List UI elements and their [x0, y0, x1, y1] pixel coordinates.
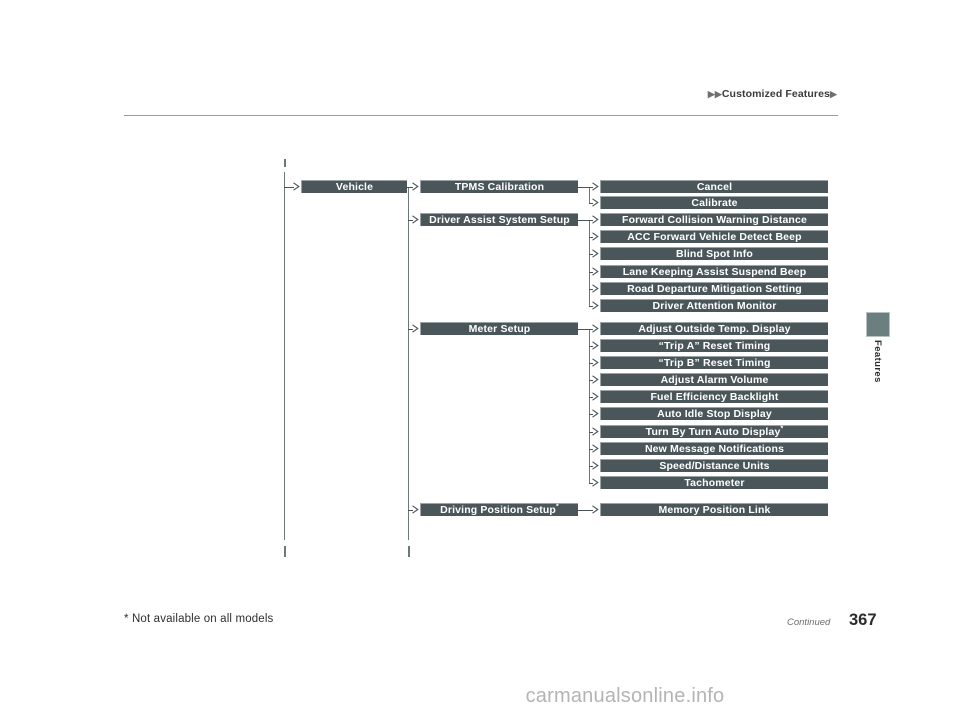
node-label: Driving Position Setup — [440, 504, 556, 516]
menu-node-level3[interactable]: “Trip A” Reset Timing — [600, 339, 828, 352]
menu-node-level3[interactable]: Memory Position Link — [600, 503, 828, 516]
menu-node-level3[interactable]: Road Departure Mitigation Setting — [600, 282, 828, 295]
menu-node-level3[interactable]: Auto Idle Stop Display — [600, 407, 828, 420]
connector-line — [578, 219, 589, 221]
menu-node-level3[interactable]: Tachometer — [600, 476, 828, 489]
watermark-text: carmanualsonline.info — [525, 685, 725, 707]
node-label: Road Departure Mitigation Setting — [627, 283, 802, 295]
menu-node-level3[interactable]: Adjust Outside Temp. Display — [600, 322, 828, 335]
connector-line — [578, 509, 589, 511]
menu-node-level3[interactable]: Calibrate — [600, 196, 828, 209]
arrow-icon — [592, 358, 599, 367]
arrow-icon — [592, 444, 599, 453]
arrow-icon — [592, 505, 599, 514]
menu-node-level2[interactable]: Meter Setup — [420, 322, 578, 335]
menu-node-level3[interactable]: Cancel — [600, 180, 828, 193]
arrow-icon — [592, 215, 599, 224]
node-label: Adjust Alarm Volume — [660, 374, 769, 386]
node-label: Driver Assist System Setup — [429, 214, 570, 226]
menu-node-level3[interactable]: Forward Collision Warning Distance — [600, 213, 828, 226]
node-label: Forward Collision Warning Distance — [622, 214, 807, 226]
menu-node-level2[interactable]: TPMS Calibration — [420, 180, 578, 193]
menu-node-level2[interactable]: Driver Assist System Setup — [420, 213, 578, 226]
node-label: Tachometer — [684, 477, 745, 489]
arrow-icon — [592, 182, 599, 191]
footnote-asterisk: * — [556, 503, 559, 511]
menu-node-level3[interactable]: Fuel Efficiency Backlight — [600, 390, 828, 403]
menu-node-level1[interactable]: Vehicle — [301, 180, 407, 193]
continuation-tick — [408, 546, 410, 557]
node-label: ACC Forward Vehicle Detect Beep — [627, 231, 802, 243]
arrow-icon — [592, 478, 599, 487]
connector-line — [284, 172, 285, 540]
arrow-icon — [592, 461, 599, 470]
connector-line — [589, 328, 590, 484]
menu-node-level3[interactable]: Lane Keeping Assist Suspend Beep — [600, 265, 828, 278]
arrow-icon — [592, 249, 599, 258]
continuation-tick — [284, 546, 286, 557]
continuation-tick — [284, 159, 286, 167]
node-label: New Message Notifications — [644, 443, 785, 455]
page-number: 367 — [849, 611, 877, 629]
menu-node-level3[interactable]: Speed/Distance Units — [600, 459, 828, 472]
arrow-icon — [592, 392, 599, 401]
menu-node-level3[interactable]: Adjust Alarm Volume — [600, 373, 828, 386]
arrow-icon — [592, 198, 599, 207]
node-label: Lane Keeping Assist Suspend Beep — [622, 266, 807, 278]
node-label: Driver Attention Monitor — [652, 300, 777, 312]
arrow-icon — [592, 284, 599, 293]
footnote: * Not available on all models — [124, 613, 274, 625]
connector-line — [408, 509, 409, 540]
menu-node-level3[interactable]: Driver Attention Monitor — [600, 299, 828, 312]
node-label: Vehicle — [335, 181, 374, 193]
footnote-asterisk: * — [780, 425, 784, 433]
node-label: “Trip A” Reset Timing — [658, 340, 771, 352]
arrow-icon — [592, 341, 599, 350]
watermark: carmanualsonline.info — [0, 685, 960, 708]
node-label: Fuel Efficiency Backlight — [650, 391, 779, 403]
node-label: Speed/Distance Units — [659, 460, 770, 472]
node-label: Turn By Turn Auto Display — [645, 426, 781, 438]
node-label: “Trip B” Reset Timing — [658, 357, 771, 369]
menu-node-level3[interactable]: ACC Forward Vehicle Detect Beep — [600, 230, 828, 243]
arrow-icon — [592, 267, 599, 276]
arrow-icon — [592, 232, 599, 241]
node-label: Auto Idle Stop Display — [657, 408, 772, 420]
arrow-icon — [592, 409, 599, 418]
node-label: Cancel — [696, 181, 733, 193]
node-label: Meter Setup — [468, 323, 531, 335]
arrow-icon — [592, 324, 599, 333]
node-label: Calibrate — [691, 197, 738, 209]
node-label: Memory Position Link — [658, 504, 771, 516]
arrow-icon — [592, 301, 599, 310]
arrow-icon — [412, 182, 419, 191]
arrow-icon — [592, 427, 599, 436]
node-label: Blind Spot Info — [676, 248, 753, 260]
menu-node-level2[interactable]: Driving Position Setup* — [420, 503, 578, 516]
node-label: Adjust Outside Temp. Display — [638, 323, 791, 335]
menu-node-level3[interactable]: Turn By Turn Auto Display* — [600, 425, 828, 438]
menu-node-level3[interactable]: Blind Spot Info — [600, 247, 828, 260]
arrow-icon — [412, 324, 419, 333]
continued-label: Continued — [787, 617, 831, 628]
menu-node-level3[interactable]: “Trip B” Reset Timing — [600, 356, 828, 369]
connector-line — [578, 328, 589, 330]
arrow-icon — [592, 375, 599, 384]
menu-node-level3[interactable]: New Message Notifications — [600, 442, 828, 455]
connector-line — [578, 186, 589, 188]
arrow-icon — [412, 505, 419, 514]
connector-line — [589, 219, 590, 307]
connector-line — [589, 186, 590, 204]
connector-line — [408, 186, 409, 510]
node-label: TPMS Calibration — [454, 181, 545, 193]
arrow-icon — [293, 182, 300, 191]
arrow-icon — [412, 215, 419, 224]
